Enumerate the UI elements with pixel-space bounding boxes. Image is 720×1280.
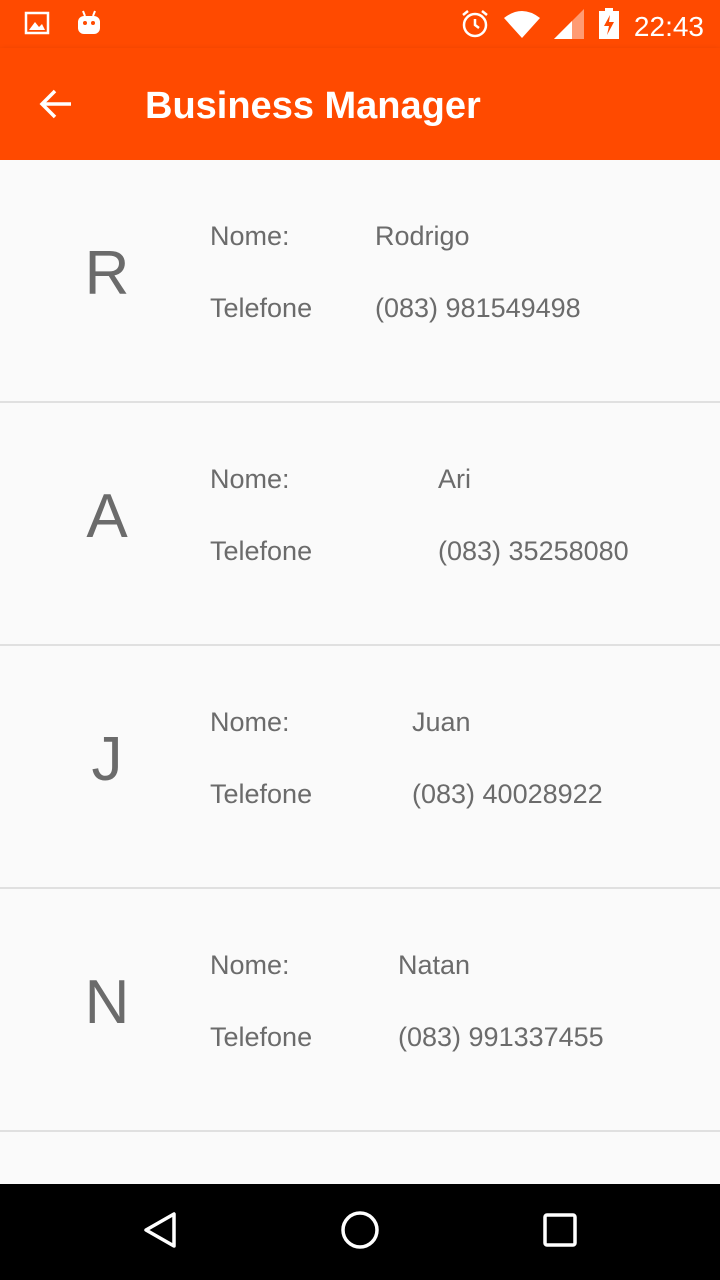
android-notification-icon (76, 10, 102, 43)
list-item[interactable]: J Nome: Juan Telefone (083) 40028922 (0, 646, 720, 889)
home-circle-icon (339, 1209, 381, 1256)
wifi-icon (503, 10, 540, 43)
phone-label: Telefone (210, 293, 313, 323)
alarm-icon (460, 9, 490, 44)
contact-phone: (083) 981549498 (375, 293, 581, 323)
signal-icon (553, 9, 584, 44)
status-bar: 22:43 (0, 0, 720, 48)
list-item[interactable]: R Nome: Rodrigo Telefone (083) 981549498 (0, 160, 720, 403)
app-bar: Business Manager (0, 48, 720, 160)
recents-square-icon (540, 1210, 580, 1255)
avatar: N (84, 968, 130, 1037)
contact-name: Ari (438, 464, 471, 494)
phone-label: Telefone (210, 1022, 313, 1052)
avatar: J (91, 725, 123, 794)
contact-name: Rodrigo (375, 221, 470, 251)
avatar: R (84, 239, 130, 308)
nav-bar (0, 1184, 720, 1280)
app-title: Business Manager (145, 85, 481, 127)
contact-phone: (083) 40028922 (412, 779, 603, 809)
contact-phone: (083) 35258080 (438, 536, 629, 566)
contact-list: R Nome: Rodrigo Telefone (083) 981549498… (0, 160, 720, 1132)
contact-name: Natan (398, 950, 471, 980)
name-label: Nome: (210, 950, 290, 980)
contact-phone: (083) 991337455 (398, 1022, 604, 1052)
image-notification-icon (24, 10, 50, 43)
contact-name: Juan (412, 707, 471, 737)
phone-label: Telefone (210, 779, 313, 809)
arrow-back-icon (39, 89, 73, 124)
battery-charging-icon (598, 8, 620, 45)
back-triangle-icon (140, 1210, 180, 1255)
nav-back-button[interactable] (136, 1208, 184, 1256)
nav-home-button[interactable] (336, 1208, 384, 1256)
avatar: A (86, 482, 128, 551)
back-button[interactable] (32, 82, 80, 130)
list-item[interactable]: N Nome: Natan Telefone (083) 991337455 (0, 889, 720, 1132)
status-time: 22:43 (633, 10, 704, 42)
name-label: Nome: (210, 707, 290, 737)
name-label: Nome: (210, 464, 290, 494)
screen: 22:43 Business Manager R Nome: Rodrigo T… (0, 0, 720, 1280)
phone-label: Telefone (210, 536, 313, 566)
name-label: Nome: (210, 221, 290, 251)
list-item[interactable]: A Nome: Ari Telefone (083) 35258080 (0, 403, 720, 646)
nav-recents-button[interactable] (536, 1208, 584, 1256)
list-item-partial[interactable] (0, 1136, 720, 1184)
